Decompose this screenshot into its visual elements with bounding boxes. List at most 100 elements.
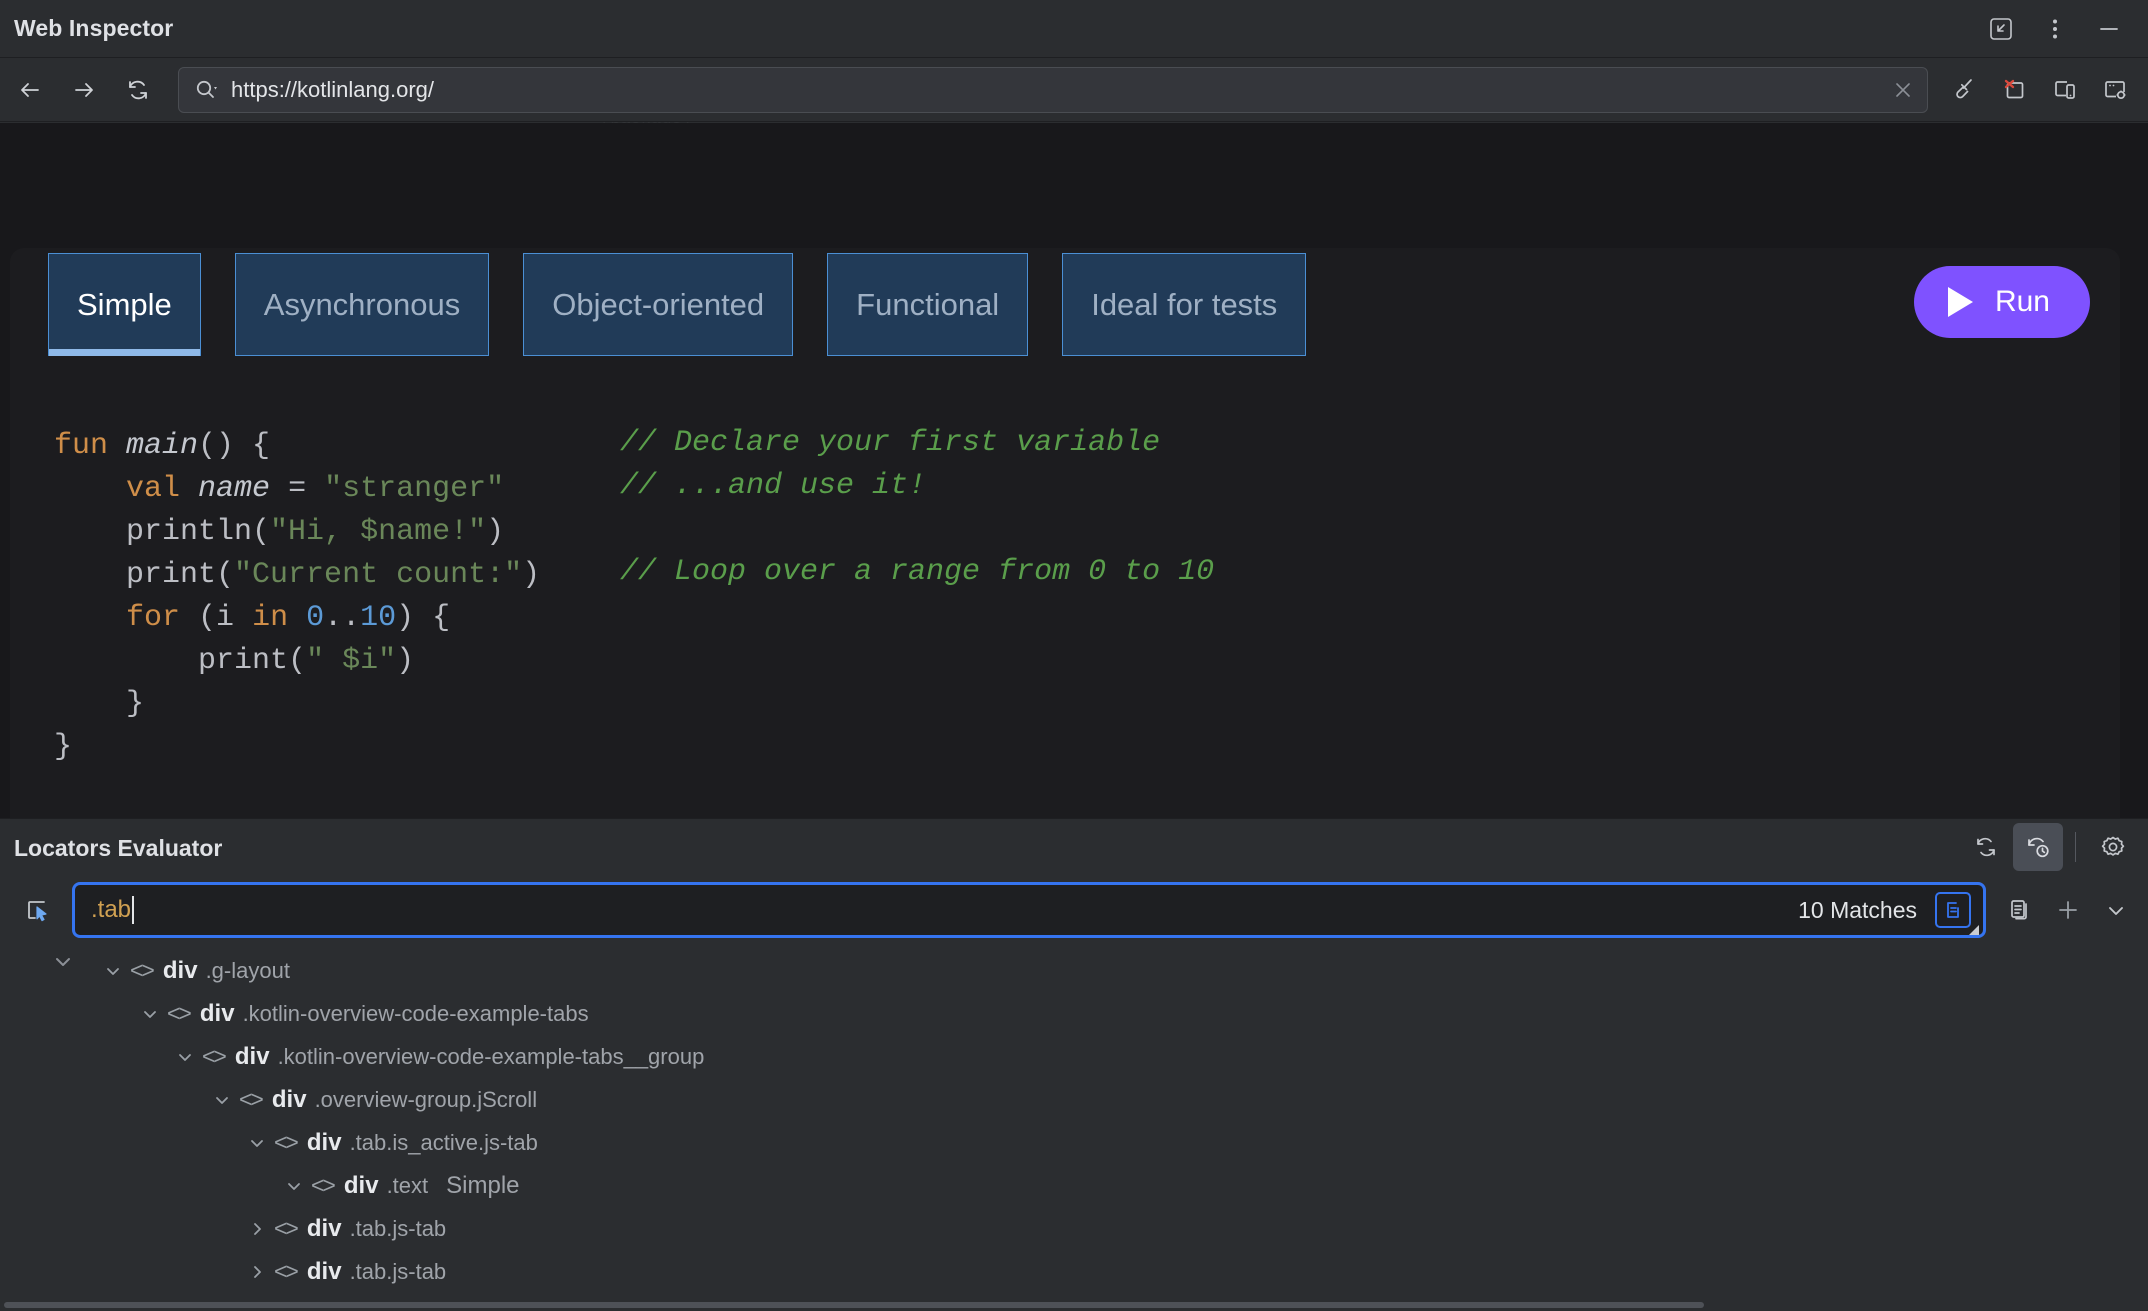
add-icon[interactable] xyxy=(2044,886,2092,934)
address-bar-actions xyxy=(1940,67,2140,113)
element-picker-icon[interactable] xyxy=(14,887,60,933)
locator-search-row: .tab 10 Matches xyxy=(0,877,2148,943)
toolbar-divider xyxy=(2075,832,2076,862)
dom-tree[interactable]: <> div .g-layout <> div .kotlin-overview… xyxy=(0,949,2148,1309)
url-bar[interactable]: https://kotlinlang.org/ xyxy=(178,67,1928,113)
chevron-down-icon[interactable] xyxy=(2092,886,2140,934)
chevron-down-icon[interactable] xyxy=(96,962,130,980)
tree-row-tab-3[interactable]: <> div .tab.js-tab xyxy=(0,1250,2148,1293)
tree-class: .tab.js-tab xyxy=(349,1215,447,1241)
locator-input[interactable]: .tab 10 Matches xyxy=(72,882,1986,938)
code-example-card: Simple Asynchronous Object-oriented Func… xyxy=(10,248,2120,818)
tab-label: Asynchronous xyxy=(263,286,461,322)
tab-label: Ideal for tests xyxy=(1091,286,1278,322)
auto-refresh-history-icon[interactable] xyxy=(2013,823,2063,871)
chevron-down-icon[interactable] xyxy=(168,1048,202,1066)
run-label: Run xyxy=(1994,285,2050,318)
text-caret xyxy=(132,896,135,924)
tree-row-text-simple[interactable]: <> div .text Simple xyxy=(0,1164,2148,1207)
chevron-right-icon[interactable] xyxy=(240,1220,274,1238)
refresh-icon[interactable] xyxy=(1961,823,2011,871)
tree-row-tab-2[interactable]: <> div .tab.js-tab xyxy=(0,1207,2148,1250)
forward-button[interactable] xyxy=(60,68,108,112)
locators-title: Locators Evaluator xyxy=(14,834,223,861)
element-angle-icon: <> xyxy=(274,1129,299,1155)
scrollbar-thumb[interactable] xyxy=(4,1302,1704,1308)
clear-url-button[interactable] xyxy=(1885,72,1921,108)
broom-clear-icon[interactable] xyxy=(1940,67,1990,113)
tab-object-oriented[interactable]: Object-oriented xyxy=(523,253,794,356)
element-angle-icon: <> xyxy=(167,1000,192,1026)
locators-header-actions xyxy=(1961,823,2138,871)
chevron-down-icon[interactable] xyxy=(133,1005,167,1023)
chevron-down-icon[interactable] xyxy=(277,1177,311,1195)
tree-class: .tab.js-tab xyxy=(349,1258,447,1284)
tree-class: .text xyxy=(386,1172,429,1198)
run-button[interactable]: Run xyxy=(1913,266,2090,338)
window-settings-icon[interactable] xyxy=(2090,67,2140,113)
tree-row-tabs-group[interactable]: <> div .kotlin-overview-code-example-tab… xyxy=(0,1035,2148,1078)
element-angle-icon: <> xyxy=(130,957,155,983)
code-editor[interactable]: fun main() { val name = "stranger" print… xyxy=(10,356,2120,818)
web-inspector-window: checkerboard.rs dimens.rs Cargo.toml × M… xyxy=(0,0,2148,1311)
tree-class: .g-layout xyxy=(205,957,290,983)
tree-row-tabs[interactable]: <> div .kotlin-overview-code-example-tab… xyxy=(0,992,2148,1035)
minimize-icon[interactable] xyxy=(2082,7,2136,51)
locators-header: Locators Evaluator xyxy=(0,819,2148,877)
url-input[interactable]: https://kotlinlang.org/ xyxy=(231,79,1885,101)
element-angle-icon: <> xyxy=(202,1043,227,1069)
window-title: Web Inspector xyxy=(14,15,174,41)
tab-label: Simple xyxy=(77,286,172,322)
dock-bottom-left-icon[interactable] xyxy=(1974,7,2028,51)
chevron-down-icon[interactable] xyxy=(240,1134,274,1152)
code-comment-2: // ...and use it! xyxy=(620,469,927,503)
code-example-tabs: Simple Asynchronous Object-oriented Func… xyxy=(10,248,2120,356)
tree-horizontal-scrollbar[interactable] xyxy=(0,1301,2148,1309)
tree-tag: div xyxy=(306,1214,342,1242)
element-angle-icon: <> xyxy=(239,1086,264,1112)
tree-tag: div xyxy=(306,1128,342,1156)
gear-icon[interactable] xyxy=(2088,823,2138,871)
match-count: 10 Matches xyxy=(1798,896,1917,923)
close-tab-icon[interactable] xyxy=(1990,67,2040,113)
tree-row-overview-group[interactable]: <> div .overview-group.jScroll xyxy=(0,1078,2148,1121)
tab-label: Functional xyxy=(856,286,1000,322)
tree-tag: div xyxy=(162,956,198,984)
back-button[interactable] xyxy=(6,68,54,112)
locator-row-actions xyxy=(1996,886,2140,934)
element-angle-icon: <> xyxy=(311,1172,336,1198)
code-comment-3: // Loop over a range from 0 to 10 xyxy=(620,555,1215,589)
tree-row-tab-active[interactable]: <> div .tab.is_active.js-tab xyxy=(0,1121,2148,1164)
tree-row-g-layout[interactable]: <> div .g-layout xyxy=(0,949,2148,992)
tab-asynchronous[interactable]: Asynchronous xyxy=(234,253,490,356)
page-viewport: Simple Asynchronous Object-oriented Func… xyxy=(0,123,2148,818)
tab-functional[interactable]: Functional xyxy=(827,253,1029,356)
more-options-icon[interactable] xyxy=(2028,7,2082,51)
title-bar: Web Inspector xyxy=(0,0,2148,58)
tree-tag: div xyxy=(234,1042,270,1070)
code-comment-1: // Declare your first variable xyxy=(620,426,1161,460)
element-angle-icon: <> xyxy=(274,1258,299,1284)
chevron-right-icon[interactable] xyxy=(240,1263,274,1281)
tab-simple[interactable]: Simple xyxy=(48,253,201,356)
search-dropdown-icon[interactable] xyxy=(193,77,219,103)
tree-tag: div xyxy=(343,1171,379,1199)
copy-icon[interactable] xyxy=(1996,886,2044,934)
reload-button[interactable] xyxy=(114,68,162,112)
tree-collapse-all-icon[interactable] xyxy=(48,949,78,977)
tree-text-value: Simple xyxy=(446,1171,520,1199)
tree-class: .overview-group.jScroll xyxy=(314,1086,538,1112)
locators-evaluator-panel: Locators Evaluator .tab 10 Matches <> di… xyxy=(0,818,2148,1311)
tree-tag: div xyxy=(306,1257,342,1285)
tab-ideal-for-tests[interactable]: Ideal for tests xyxy=(1062,253,1307,356)
selector-type-badge[interactable] xyxy=(1935,892,1979,935)
element-angle-icon: <> xyxy=(274,1215,299,1241)
tree-class: .tab.is_active.js-tab xyxy=(349,1129,538,1155)
chevron-down-icon[interactable] xyxy=(205,1091,239,1109)
tree-tag: div xyxy=(199,999,235,1027)
tab-label: Object-oriented xyxy=(552,286,765,322)
device-mode-icon[interactable] xyxy=(2040,67,2090,113)
address-bar: https://kotlinlang.org/ xyxy=(0,59,2148,122)
tree-class: .kotlin-overview-code-example-tabs xyxy=(242,1000,589,1026)
locator-input-value[interactable]: .tab xyxy=(91,896,131,924)
